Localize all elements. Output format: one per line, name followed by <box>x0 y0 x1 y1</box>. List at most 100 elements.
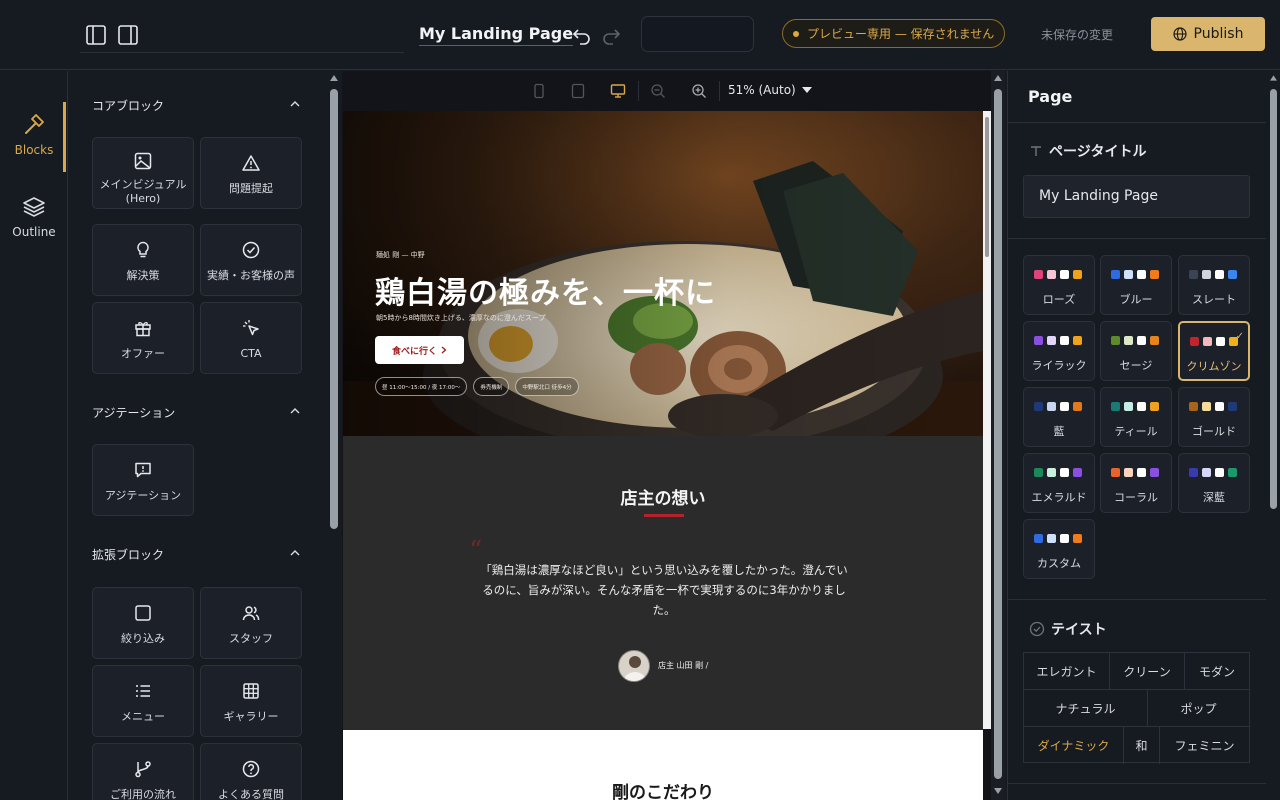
scrollbar-thumb[interactable] <box>985 117 989 257</box>
rail-item-outline[interactable]: Outline <box>0 195 68 239</box>
block-tile-cta[interactable]: CTA <box>200 302 302 374</box>
redo-icon[interactable] <box>601 25 621 45</box>
canvas-scrollbar[interactable] <box>991 71 1005 800</box>
warning-icon <box>242 155 260 171</box>
publish-button[interactable]: Publish <box>1151 17 1265 51</box>
preview-scrollbar[interactable] <box>983 111 991 729</box>
taste-option[interactable]: クリーン <box>1110 653 1185 690</box>
block-tile-faq[interactable]: よくある質問 <box>200 743 302 800</box>
owner-message-section[interactable]: 店主の想い “ 「鶏白湯は濃厚なほど良い」という思い込みを覆したかった。澄んでい… <box>343 436 983 730</box>
chevron-up-icon[interactable] <box>290 99 300 109</box>
message-alert-icon <box>135 462 151 478</box>
desktop-device-icon[interactable] <box>610 83 626 99</box>
zoom-in-icon[interactable] <box>691 83 707 99</box>
palette-swatch[interactable]: ライラック <box>1023 321 1095 381</box>
panel-title: Page <box>1028 87 1073 106</box>
color-chip <box>1060 336 1069 345</box>
scroll-up-arrow-icon[interactable] <box>994 75 1002 81</box>
color-chip <box>1111 270 1120 279</box>
block-tile-agitation[interactable]: アジテーション <box>92 444 194 516</box>
git-branch-icon <box>135 761 151 778</box>
block-tile-solution[interactable]: 解決策 <box>92 224 194 296</box>
block-tile-offer[interactable]: オファー <box>92 302 194 374</box>
taste-option[interactable]: フェミニン <box>1160 727 1249 764</box>
section-header-core[interactable]: コアブロック <box>92 97 164 114</box>
palette-swatch[interactable]: ティール <box>1100 387 1172 447</box>
chevron-right-icon <box>441 346 447 354</box>
hero-subtitle: 朝5時から8時間炊き上げる、濃厚なのに澄んだスープ <box>376 314 546 322</box>
hero-section[interactable]: 麺処 剛 — 中野 鶏白湯の極みを、一杯に 朝5時から8時間炊き上げる、濃厚なの… <box>343 111 983 436</box>
taste-option[interactable]: ポップ <box>1148 690 1249 727</box>
palette-swatch[interactable]: スレート <box>1178 255 1250 315</box>
palette-swatch[interactable]: セージ <box>1100 321 1172 381</box>
color-chip <box>1202 402 1211 411</box>
page-title-heading: ページタイトル <box>1029 141 1146 161</box>
hero-title: 鶏白湯の極みを、一杯に <box>375 276 716 311</box>
rail-item-blocks[interactable]: Blocks <box>0 113 68 157</box>
block-tile-flow[interactable]: ご利用の流れ <box>92 743 194 800</box>
palette-swatch[interactable]: ブルー <box>1100 255 1172 315</box>
taste-option[interactable]: ナチュラル <box>1024 690 1148 727</box>
taste-option[interactable]: エレガント <box>1024 653 1110 690</box>
color-chip <box>1073 270 1082 279</box>
palette-name: スレート <box>1192 293 1236 306</box>
block-tile-staff[interactable]: スタッフ <box>200 587 302 659</box>
toggle-right-sidebar-icon[interactable] <box>117 24 139 46</box>
panel-divider <box>1008 599 1266 600</box>
users-icon <box>242 606 260 621</box>
properties-panel-scrollbar[interactable] <box>1267 71 1280 800</box>
zoom-out-icon[interactable] <box>650 83 666 99</box>
taste-option[interactable]: モダン <box>1185 653 1249 690</box>
palette-swatch[interactable]: 深藍 <box>1178 453 1250 513</box>
block-tile-filter[interactable]: 絞り込み <box>92 587 194 659</box>
section-header-agitation[interactable]: アジテーション <box>92 404 175 421</box>
color-chip <box>1111 336 1120 345</box>
scroll-up-arrow-icon[interactable] <box>330 75 338 81</box>
color-chip <box>1034 468 1043 477</box>
page-title-label: ページタイトル <box>1049 144 1147 160</box>
toolbar-divider <box>719 81 720 101</box>
canvas-area: 51% (Auto) 麺処 剛 — 中野 鶏白湯の極みを、一杯に 朝5時から8時… <box>342 71 991 800</box>
scrollbar-thumb[interactable] <box>330 89 338 529</box>
block-tile-problem[interactable]: 問題提起 <box>200 137 302 209</box>
color-chip <box>1073 468 1082 477</box>
chevron-up-icon[interactable] <box>290 406 300 416</box>
section-header-extended[interactable]: 拡張ブロック <box>92 546 164 563</box>
palette-name: ゴールド <box>1192 425 1236 438</box>
hero-cta-button[interactable]: 食べに行く <box>375 336 464 364</box>
commitment-section-title: 剛のこだわり <box>612 783 714 800</box>
commitment-section[interactable]: 剛のこだわり <box>343 730 983 800</box>
square-icon <box>135 605 151 621</box>
scrollbar-thumb[interactable] <box>994 89 1002 779</box>
palette-swatch[interactable]: エメラルド <box>1023 453 1095 513</box>
block-tile-hero[interactable]: メインビジュアル (Hero) <box>92 137 194 209</box>
undo-icon[interactable] <box>572 25 592 45</box>
panel-divider <box>1008 122 1266 123</box>
page-title-input[interactable]: My Landing Page <box>1023 175 1250 218</box>
blocks-panel-scrollbar[interactable] <box>327 71 341 800</box>
block-tile-gallery[interactable]: ギャラリー <box>200 665 302 737</box>
color-chip <box>1111 402 1120 411</box>
block-tile-menu[interactable]: メニュー <box>92 665 194 737</box>
scrollbar-thumb[interactable] <box>1270 89 1277 509</box>
page-name[interactable]: My Landing Page <box>419 24 574 46</box>
palette-swatch[interactable]: ゴールド <box>1178 387 1250 447</box>
taste-option[interactable]: 和 <box>1124 727 1160 764</box>
palette-swatch[interactable]: クリムゾン ✓ <box>1178 321 1250 381</box>
palette-swatch[interactable]: カスタム <box>1023 519 1095 579</box>
palette-swatch[interactable]: コーラル <box>1100 453 1172 513</box>
color-chip <box>1124 402 1133 411</box>
chevron-up-icon[interactable] <box>290 548 300 558</box>
scroll-down-arrow-icon[interactable] <box>994 788 1002 794</box>
toggle-left-sidebar-icon[interactable] <box>85 24 107 46</box>
globe-icon <box>1172 27 1187 41</box>
taste-option-selected[interactable]: ダイナミック <box>1024 727 1124 764</box>
scroll-up-arrow-icon[interactable] <box>1270 75 1277 81</box>
palette-swatch[interactable]: ローズ <box>1023 255 1095 315</box>
palette-swatch[interactable]: 藍 <box>1023 387 1095 447</box>
block-tile-testimonials[interactable]: 実績・お客様の声 <box>200 224 302 296</box>
mobile-device-icon[interactable] <box>531 83 547 99</box>
tablet-device-icon[interactable] <box>570 83 586 99</box>
color-chip <box>1111 468 1120 477</box>
zoom-select[interactable]: 51% (Auto) <box>728 83 812 97</box>
